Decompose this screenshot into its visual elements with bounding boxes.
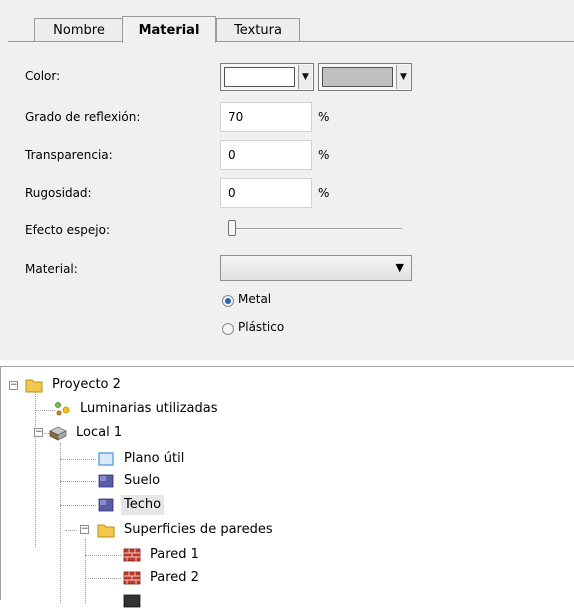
wall-icon — [123, 594, 141, 608]
chevron-down-icon: ▼ — [298, 65, 312, 89]
tree-connector — [35, 410, 55, 411]
radio-plastico-label: Plástico — [238, 320, 285, 334]
reflexion-label: Grado de reflexión: — [25, 110, 141, 124]
secondary-color-swatch — [322, 67, 393, 87]
tree-item-label: Proyecto 2 — [52, 377, 121, 392]
tree-connector — [60, 481, 96, 482]
radio-plastico[interactable] — [222, 323, 234, 335]
tree-item-label: Plano útil — [124, 451, 185, 466]
folder-icon — [25, 379, 43, 393]
tree-item-label: Pared 2 — [150, 570, 199, 585]
tree-connector — [85, 578, 121, 579]
tab-textura[interactable]: Textura — [216, 18, 300, 41]
tree-connector — [60, 443, 61, 603]
tree-item-label: Suelo — [124, 473, 161, 488]
primary-color-swatch — [224, 67, 295, 87]
folder-icon — [97, 524, 115, 538]
ceiling-surface-icon — [98, 498, 114, 512]
espejo-slider-track[interactable] — [232, 228, 402, 230]
tree-item-label: Pared 1 — [150, 547, 199, 562]
radio-metal-label: Metal — [238, 292, 272, 306]
properties-panel: Nombre Material Textura Color: ▼ ▼ Grado… — [0, 0, 574, 360]
reflexion-unit: % — [318, 110, 330, 124]
project-tree: − Proyecto 2 Luminarias utilizadas − Loc… — [0, 366, 574, 608]
tree-item-label: Techo — [121, 495, 165, 515]
transparencia-unit: % — [318, 148, 330, 162]
espejo-slider-thumb[interactable] — [228, 220, 236, 236]
tree-item-label: Superficies de paredes — [124, 522, 273, 537]
wall-icon — [123, 571, 141, 585]
espejo-label: Efecto espejo: — [25, 223, 111, 237]
rugosidad-input[interactable] — [220, 178, 312, 208]
wall-icon — [123, 548, 141, 562]
tree-connector — [60, 505, 96, 506]
tab-material[interactable]: Material — [122, 16, 216, 43]
luminaires-icon — [55, 402, 70, 416]
transparencia-label: Transparencia: — [25, 148, 113, 162]
tree-connector — [60, 459, 96, 460]
chevron-down-icon: ▼ — [395, 261, 404, 274]
rugosidad-label: Rugosidad: — [25, 186, 92, 200]
primary-color-picker[interactable]: ▼ — [220, 63, 314, 91]
collapse-toggle[interactable]: − — [80, 525, 89, 534]
material-label: Material: — [25, 262, 78, 276]
tab-strip: Nombre Material Textura — [0, 0, 574, 43]
material-select[interactable]: ▼ — [220, 255, 412, 281]
tree-connector — [85, 539, 86, 603]
workplane-icon — [98, 452, 114, 466]
chevron-down-icon: ▼ — [396, 65, 410, 89]
transparencia-input[interactable] — [220, 140, 312, 170]
secondary-color-picker[interactable]: ▼ — [318, 63, 412, 91]
tree-connector — [85, 555, 121, 556]
room-icon — [49, 426, 67, 441]
floor-surface-icon — [98, 474, 114, 488]
collapse-toggle[interactable]: − — [34, 428, 43, 437]
tree-connector — [35, 391, 36, 547]
rugosidad-unit: % — [318, 186, 330, 200]
tab-nombre[interactable]: Nombre — [34, 18, 124, 41]
tree-item-label: Luminarias utilizadas — [80, 401, 218, 416]
tree-connector — [65, 530, 77, 531]
reflexion-input[interactable] — [220, 102, 312, 132]
radio-metal[interactable] — [222, 295, 234, 307]
tree-item-label: Local 1 — [76, 425, 123, 440]
collapse-toggle[interactable]: − — [9, 381, 18, 390]
color-label: Color: — [25, 69, 61, 83]
